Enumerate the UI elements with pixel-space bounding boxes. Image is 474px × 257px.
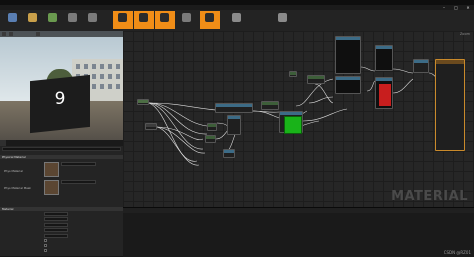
toolbar-connectors-button[interactable] bbox=[134, 11, 154, 29]
apply-icon bbox=[48, 13, 57, 22]
cast-ray-traced-shadows-checkbox[interactable] bbox=[44, 249, 47, 252]
save-icon bbox=[8, 13, 17, 22]
section-physical-material[interactable]: Physical Material bbox=[0, 155, 123, 159]
details-tabs bbox=[0, 140, 123, 146]
viewport-perspective-button[interactable] bbox=[9, 32, 13, 36]
toolbar-platform-button[interactable] bbox=[274, 11, 291, 29]
log-tabs bbox=[123, 208, 474, 213]
material-domain-dropdown[interactable] bbox=[44, 212, 68, 216]
toolbar-save-button[interactable] bbox=[4, 11, 21, 29]
connectors-icon bbox=[139, 13, 148, 22]
blend-mode-dropdown[interactable] bbox=[44, 217, 68, 221]
toolbar-home-button[interactable] bbox=[84, 11, 101, 29]
tab-details[interactable] bbox=[0, 140, 6, 146]
phys-material-thumbnail bbox=[44, 162, 59, 177]
watermark-credit: CSDN @RZ01 bbox=[443, 250, 471, 255]
toolbar-browse-button[interactable] bbox=[24, 11, 41, 29]
hlsl-icon bbox=[232, 13, 241, 22]
output-log: CSDN @RZ01 bbox=[123, 207, 474, 257]
toolbar bbox=[0, 10, 474, 32]
preview-number: 9 bbox=[54, 89, 66, 109]
graph-node-time[interactable] bbox=[145, 123, 157, 130]
graph-node-debug-float-b[interactable] bbox=[335, 76, 361, 94]
graph-node-divide[interactable] bbox=[227, 115, 241, 135]
graph-node-subtract[interactable] bbox=[223, 149, 235, 158]
details-search-input[interactable] bbox=[2, 147, 121, 151]
graph-node-material-output[interactable] bbox=[435, 59, 465, 151]
toolbar-live-preview-button[interactable] bbox=[155, 11, 175, 29]
tab-parameter-defaults[interactable] bbox=[40, 140, 46, 146]
graph-node-debug-red-b[interactable] bbox=[375, 77, 393, 109]
clean-icon bbox=[118, 13, 127, 22]
search-icon bbox=[68, 13, 77, 22]
viewport-menu-button[interactable] bbox=[2, 32, 6, 36]
phys-material-mask-dropdown[interactable] bbox=[61, 180, 96, 184]
phys-material-mask-thumbnail bbox=[44, 180, 59, 195]
graph-node-lerp[interactable] bbox=[307, 75, 325, 84]
folder-icon bbox=[28, 13, 37, 22]
live-update-icon bbox=[205, 13, 214, 22]
toolbar-apply-button[interactable] bbox=[44, 11, 61, 29]
use-material-attributes-checkbox[interactable] bbox=[44, 244, 47, 247]
home-icon bbox=[88, 13, 97, 22]
toolbar-clean-button[interactable] bbox=[113, 11, 133, 29]
graph-node-floor[interactable] bbox=[207, 123, 217, 131]
graph-zoom-label: Zoom bbox=[459, 32, 470, 36]
graph-node-frac[interactable] bbox=[205, 135, 216, 143]
toolbar-hlsl-button[interactable] bbox=[228, 11, 245, 29]
texture-preview-green bbox=[284, 116, 302, 134]
graph-node-multiply[interactable] bbox=[215, 103, 253, 113]
toolbar-live-update-button[interactable] bbox=[200, 11, 220, 29]
shading-model-dropdown[interactable] bbox=[44, 234, 68, 238]
graph-node-append[interactable] bbox=[261, 101, 279, 110]
toolbar-search-button[interactable] bbox=[64, 11, 81, 29]
graph-node-texcoord[interactable] bbox=[137, 99, 149, 105]
section-material[interactable]: Material bbox=[0, 207, 123, 211]
viewport-lit-button[interactable] bbox=[36, 32, 40, 36]
details-panel: Physical Material Phys Material Phys Mat… bbox=[0, 140, 123, 256]
decal-blend-mode-dropdown[interactable] bbox=[44, 223, 68, 227]
prop-label-phys-material-mask: Phys Material Mask bbox=[4, 186, 31, 190]
material-graph[interactable]: Zoom MATERIAL bbox=[123, 31, 474, 207]
live-nodes-icon bbox=[182, 13, 191, 22]
graph-node-add[interactable] bbox=[413, 59, 429, 73]
graph-node-constant[interactable] bbox=[289, 71, 297, 77]
phys-material-dropdown[interactable] bbox=[61, 162, 96, 166]
graph-node-debug-red-a[interactable] bbox=[375, 45, 393, 71]
graph-watermark: MATERIAL bbox=[391, 189, 468, 204]
graph-node-debug-float-a[interactable] bbox=[335, 36, 361, 74]
platform-icon bbox=[278, 13, 287, 22]
live-preview-icon bbox=[160, 13, 169, 22]
two-sided-checkbox[interactable] bbox=[44, 239, 47, 242]
viewport-toolbar bbox=[0, 31, 123, 37]
decal-response-dropdown[interactable] bbox=[44, 228, 68, 232]
graph-node-texture-sample[interactable] bbox=[279, 111, 303, 134]
texture-preview-red bbox=[379, 84, 391, 106]
prop-label-phys-material: Phys Material bbox=[4, 169, 23, 173]
preview-viewport[interactable]: 9 bbox=[0, 31, 123, 140]
toolbar-live-nodes-button[interactable] bbox=[178, 11, 195, 29]
